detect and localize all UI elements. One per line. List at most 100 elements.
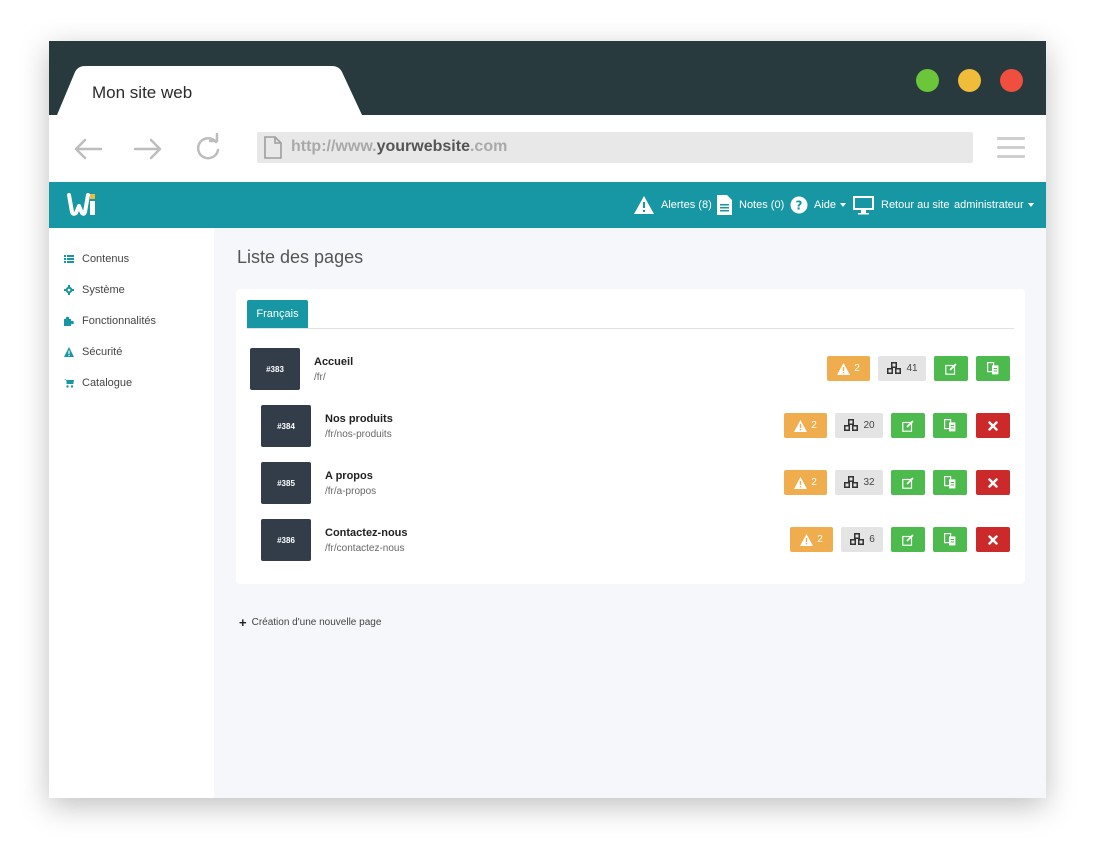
page-id-badge[interactable]: #383 — [250, 348, 300, 390]
warning-icon — [634, 196, 654, 214]
page-alerts-button[interactable]: 2 — [827, 356, 870, 381]
page-blocks-button[interactable]: 41 — [878, 356, 926, 381]
monitor-icon — [853, 196, 874, 215]
warning-icon — [837, 362, 851, 375]
page-name[interactable]: A propos — [325, 470, 373, 482]
page-alerts-button[interactable]: 2 — [784, 413, 827, 438]
maximize-dot[interactable] — [916, 69, 939, 92]
page-edit-button[interactable] — [891, 413, 925, 438]
page-id-badge[interactable]: #386 — [261, 519, 311, 561]
page-blocks-button[interactable]: 6 — [841, 527, 883, 552]
page-alerts-button[interactable]: 2 — [790, 527, 833, 552]
help-menu[interactable]: ? Aide — [790, 182, 847, 228]
edit-icon — [902, 419, 914, 432]
page-name[interactable]: Nos produits — [325, 413, 393, 425]
browser-titlebar: Mon site web — [49, 41, 1046, 115]
minimize-dot[interactable] — [958, 69, 981, 92]
edit-icon — [902, 533, 914, 546]
page-id-badge[interactable]: #384 — [261, 405, 311, 447]
page-edit-button[interactable] — [891, 470, 925, 495]
url-field[interactable]: http://www.yourwebsite.com — [257, 132, 973, 163]
new-page-label: Création d'une nouvelle page — [251, 617, 382, 628]
forward-arrow-icon[interactable] — [132, 133, 164, 165]
tab-divider — [247, 328, 1014, 329]
page-name[interactable]: Accueil — [314, 356, 353, 368]
page-delete-button[interactable] — [976, 470, 1010, 495]
warning-icon — [64, 347, 74, 357]
back-to-site-label: Retour au site — [881, 199, 950, 211]
help-label: Aide — [814, 199, 837, 211]
sidebar-item-label: Système — [82, 284, 125, 296]
reload-icon[interactable] — [192, 133, 224, 165]
browser-tab[interactable]: Mon site web — [57, 66, 362, 115]
puzzle-icon — [64, 316, 74, 326]
sidebar-item-catalogue[interactable]: Catalogue — [64, 375, 132, 391]
page-translate-button[interactable] — [933, 527, 967, 552]
notes-menu[interactable]: Notes (0) — [716, 182, 784, 228]
edit-icon — [945, 362, 957, 375]
cubes-icon — [844, 419, 859, 431]
page-blocks-button[interactable]: 20 — [835, 413, 883, 438]
back-arrow-icon[interactable] — [72, 133, 104, 165]
help-caret-icon — [840, 203, 847, 207]
app-logo[interactable] — [67, 192, 97, 218]
page-url: /fr/contactez-nous — [325, 543, 405, 554]
close-icon — [988, 477, 998, 488]
translate-icon — [944, 476, 956, 489]
sidebar-item-label: Sécurité — [82, 346, 123, 358]
pages-card: Français #383 Accueil /fr/ 2 41 #384 Nos… — [236, 289, 1025, 584]
edit-icon — [902, 476, 914, 489]
sidebar: Contenus Système Fonctionnalités Sécurit… — [49, 228, 214, 798]
back-to-site-link[interactable]: Retour au site — [852, 182, 949, 228]
translate-icon — [987, 362, 999, 375]
translate-icon — [944, 533, 956, 546]
sidebar-item-fonctionnalites[interactable]: Fonctionnalités — [64, 313, 156, 329]
warning-icon — [794, 476, 808, 489]
page-edit-button[interactable] — [934, 356, 968, 381]
close-icon — [988, 420, 998, 431]
page-blocks-button[interactable]: 32 — [835, 470, 883, 495]
note-icon — [717, 195, 732, 215]
browser-window: Mon site web http://www.yourwebsite.com — [49, 41, 1046, 798]
alerts-menu[interactable]: Alertes (8) — [633, 182, 712, 228]
notes-label: Notes (0) — [739, 199, 785, 211]
page-url: /fr/ — [314, 372, 326, 383]
page-row: #386 Contactez-nous /fr/contactez-nous 2… — [236, 519, 1025, 563]
page-translate-button[interactable] — [976, 356, 1010, 381]
page-translate-button[interactable] — [933, 413, 967, 438]
sidebar-item-label: Catalogue — [82, 377, 133, 389]
page-row: #385 A propos /fr/a-propos 2 32 — [236, 462, 1025, 506]
sidebar-item-label: Fonctionnalités — [82, 315, 156, 327]
warning-icon — [794, 419, 808, 432]
user-menu[interactable]: administrateur — [954, 182, 1034, 228]
page-delete-button[interactable] — [976, 413, 1010, 438]
page-edit-button[interactable] — [891, 527, 925, 552]
tab-francais[interactable]: Français — [247, 300, 308, 328]
page-delete-button[interactable] — [976, 527, 1010, 552]
warning-icon — [800, 533, 814, 546]
cubes-icon — [887, 362, 902, 374]
browser-menu-icon[interactable] — [997, 137, 1025, 159]
page-document-icon — [264, 136, 282, 159]
user-caret-icon — [1027, 203, 1034, 207]
tab-title: Mon site web — [92, 83, 193, 102]
alerts-label: Alertes (8) — [661, 199, 712, 211]
page-title: Liste des pages — [237, 247, 364, 267]
cubes-icon — [850, 533, 865, 545]
page-alerts-button[interactable]: 2 — [784, 470, 827, 495]
close-dot[interactable] — [1000, 69, 1023, 92]
close-icon — [988, 534, 998, 545]
plus-icon: + — [239, 615, 247, 630]
page-name[interactable]: Contactez-nous — [325, 527, 408, 539]
sidebar-item-securite[interactable]: Sécurité — [64, 344, 122, 360]
sidebar-item-systeme[interactable]: Système — [64, 282, 125, 298]
page-row: #383 Accueil /fr/ 2 41 — [236, 348, 1025, 392]
new-page-link[interactable]: + Création d'une nouvelle page — [239, 615, 381, 630]
page-row: #384 Nos produits /fr/nos-produits 2 20 — [236, 405, 1025, 449]
user-label: administrateur — [954, 199, 1024, 211]
sidebar-item-contenus[interactable]: Contenus — [64, 251, 129, 267]
list-icon — [64, 255, 74, 263]
page-translate-button[interactable] — [933, 470, 967, 495]
page-id-badge[interactable]: #385 — [261, 462, 311, 504]
page-url: /fr/a-propos — [325, 486, 377, 497]
